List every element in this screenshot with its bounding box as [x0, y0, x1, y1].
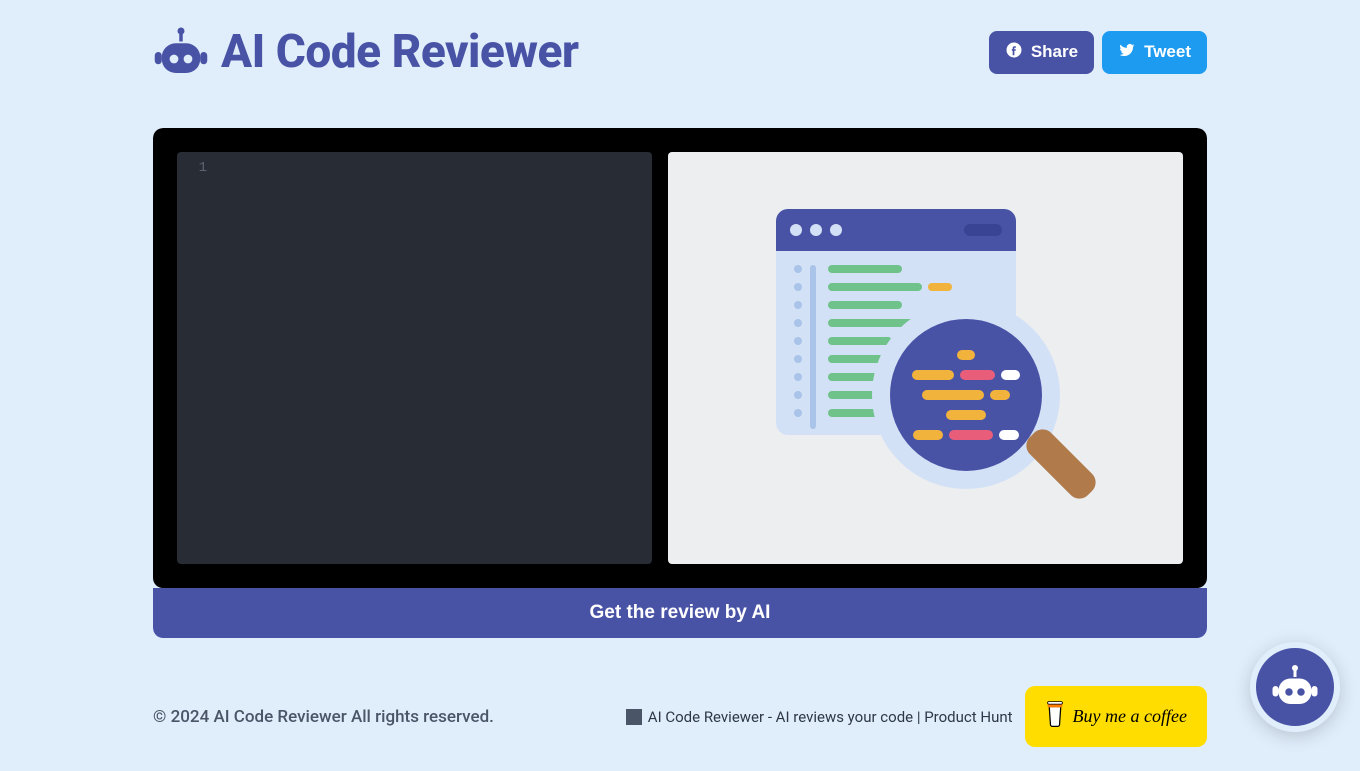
review-output-panel — [668, 152, 1183, 564]
page-footer: © 2024 AI Code Reviewer All rights reser… — [153, 686, 1207, 771]
footer-links: AI Code Reviewer - AI reviews your code … — [626, 686, 1207, 747]
twitter-icon — [1118, 41, 1136, 64]
line-number-gutter: 1 — [177, 152, 213, 564]
page-header: AI Code Reviewer Share Tweet — [153, 24, 1207, 80]
code-review-illustration — [776, 209, 1076, 507]
brand: AI Code Reviewer — [153, 24, 579, 80]
buy-me-a-coffee-button[interactable]: Buy me a coffee — [1025, 686, 1207, 747]
robot-icon — [1271, 662, 1319, 713]
producthunt-badge[interactable]: AI Code Reviewer - AI reviews your code … — [626, 708, 1013, 726]
magnifier-icon — [872, 301, 1060, 489]
page-title: AI Code Reviewer — [221, 25, 579, 79]
share-button-group: Share Tweet — [989, 31, 1207, 74]
coffee-cup-icon — [1045, 700, 1065, 733]
copyright-text: © 2024 AI Code Reviewer All rights reser… — [153, 707, 494, 727]
share-button[interactable]: Share — [989, 31, 1094, 74]
review-button[interactable]: Get the review by AI — [153, 588, 1207, 638]
line-number: 1 — [199, 160, 207, 176]
editor-preview-split: 1 — [153, 128, 1207, 588]
robot-icon — [153, 24, 209, 80]
share-label: Share — [1031, 42, 1078, 62]
main-panel: 1 — [153, 128, 1207, 638]
chat-assistant-button[interactable] — [1250, 642, 1340, 732]
code-editor[interactable]: 1 — [177, 152, 652, 564]
code-input[interactable] — [213, 152, 652, 564]
coffee-label: Buy me a coffee — [1073, 706, 1187, 727]
tweet-button[interactable]: Tweet — [1102, 31, 1207, 74]
broken-image-icon — [626, 709, 642, 725]
facebook-icon — [1005, 41, 1023, 64]
producthunt-alt-text: AI Code Reviewer - AI reviews your code … — [648, 708, 1013, 726]
tweet-label: Tweet — [1144, 42, 1191, 62]
